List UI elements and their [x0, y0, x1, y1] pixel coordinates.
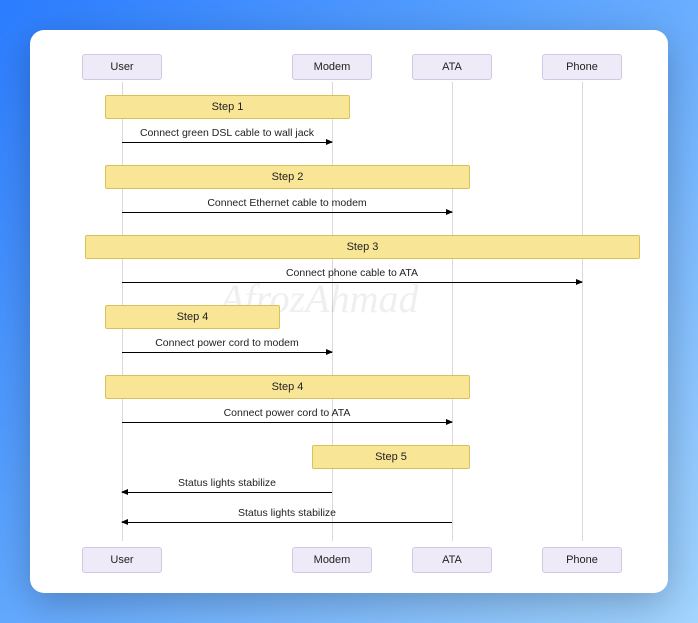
message-label: Connect phone cable to ATA: [122, 267, 582, 279]
message-arrow: [122, 422, 452, 423]
step-box: Step 4: [105, 375, 470, 399]
lane-ata-top: ATA: [412, 54, 492, 80]
lifeline-modem: [332, 82, 333, 541]
message-label: Connect Ethernet cable to modem: [122, 197, 452, 209]
lane-user-bottom: User: [82, 547, 162, 573]
message-arrow: [122, 212, 452, 213]
step-box: Step 4: [105, 305, 280, 329]
message-arrow: [122, 492, 332, 493]
lane-modem-top: Modem: [292, 54, 372, 80]
lane-phone-bottom: Phone: [542, 547, 622, 573]
step-box: Step 1: [105, 95, 350, 119]
message-arrow: [122, 522, 452, 523]
step-box: Step 3: [85, 235, 640, 259]
step-box: Step 5: [312, 445, 470, 469]
lane-phone-top: Phone: [542, 54, 622, 80]
message-label: Status lights stabilize: [122, 477, 332, 489]
message-label: Connect power cord to modem: [122, 337, 332, 349]
message-arrow: [122, 352, 332, 353]
lane-ata-bottom: ATA: [412, 547, 492, 573]
lane-modem-bottom: Modem: [292, 547, 372, 573]
lifeline-ata: [452, 82, 453, 541]
step-box: Step 2: [105, 165, 470, 189]
lane-user-top: User: [82, 54, 162, 80]
message-label: Connect power cord to ATA: [122, 407, 452, 419]
message-label: Connect green DSL cable to wall jack: [122, 127, 332, 139]
lifeline-phone: [582, 82, 583, 541]
message-arrow: [122, 282, 582, 283]
message-label: Status lights stabilize: [122, 507, 452, 519]
diagram-card: User Modem ATA Phone User Modem ATA Phon…: [30, 30, 668, 593]
message-arrow: [122, 142, 332, 143]
